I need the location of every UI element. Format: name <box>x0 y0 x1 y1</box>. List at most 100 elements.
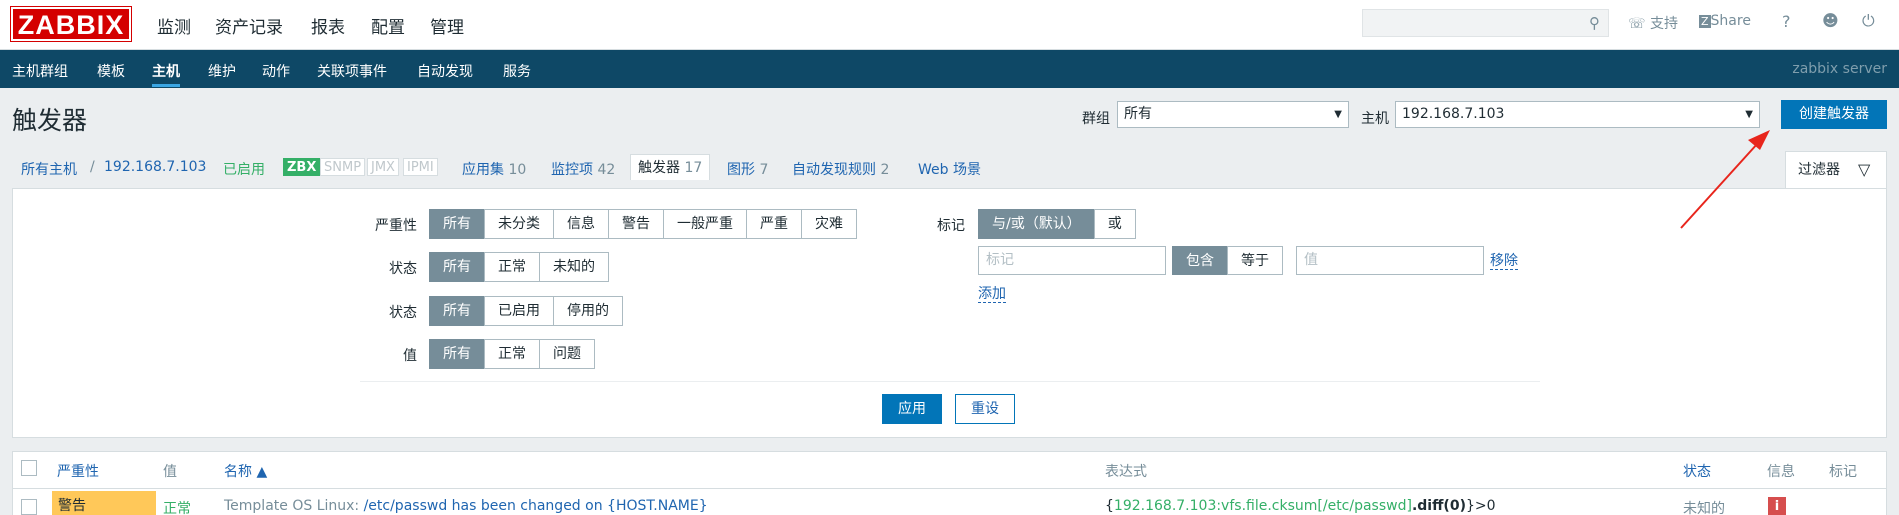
severity-not-classified[interactable]: 未分类 <box>484 209 554 239</box>
availability-ipmi: IPMI <box>403 158 438 176</box>
trigger-template-prefix[interactable]: Template OS Linux: <box>224 498 364 514</box>
group-select[interactable]: 所有 ▼ <box>1117 101 1349 128</box>
col-info: 信息 <box>1767 464 1795 480</box>
menu-configuration[interactable]: 配置 <box>371 13 405 38</box>
status-all[interactable]: 所有 <box>429 296 485 326</box>
breadcrumb-host[interactable]: 192.168.7.103 <box>104 159 206 175</box>
severity-badge: 警告 <box>52 491 156 515</box>
breadcrumb-separator: / <box>90 159 95 175</box>
expression-item-link[interactable]: 192.168.7.103:vfs.file.cksum[/etc/passwd… <box>1114 498 1412 514</box>
breadcrumb-all-hosts[interactable]: 所有主机 <box>21 159 77 179</box>
submenu-correlation[interactable]: 关联项事件 <box>317 61 387 81</box>
zabbix-logo[interactable]: ZABBIX <box>10 6 132 42</box>
link-items[interactable]: 监控项 42 <box>551 159 615 179</box>
share-icon: Z <box>1699 15 1711 28</box>
search-icon[interactable]: ⚲ <box>1589 14 1600 32</box>
status-enabled[interactable]: 已启用 <box>484 296 554 326</box>
trigger-value: 正常 <box>163 501 191 515</box>
help-icon[interactable]: ? <box>1782 12 1791 31</box>
filter-divider <box>360 381 1540 382</box>
state-radio-group: 所有 正常 未知的 <box>429 252 609 282</box>
menu-monitoring[interactable]: 监测 <box>157 13 191 38</box>
support-link[interactable]: ☏ 支持 <box>1628 13 1678 33</box>
col-tags: 标记 <box>1829 464 1857 480</box>
availability-jmx: JMX <box>367 158 399 176</box>
tags-label: 标记 <box>937 218 965 234</box>
state-normal[interactable]: 正常 <box>484 252 540 282</box>
status-disabled[interactable]: 停用的 <box>553 296 623 326</box>
submenu-hosts[interactable]: 主机 <box>152 61 180 87</box>
add-tag-button[interactable]: 添加 <box>978 286 1006 303</box>
tag-name-input[interactable]: 标记 <box>978 246 1166 275</box>
tag-value-input[interactable]: 值 <box>1296 246 1484 275</box>
tags-mode-radio-group: 与/或（默认） 或 <box>978 209 1136 239</box>
status-radio-group: 所有 已启用 停用的 <box>429 296 623 326</box>
link-discovery-rules[interactable]: 自动发现规则 2 <box>792 159 889 179</box>
menu-reports[interactable]: 报表 <box>311 13 345 38</box>
share-link[interactable]: Z Share <box>1699 13 1751 29</box>
user-icon[interactable]: ☻ <box>1822 11 1839 30</box>
tag-op-contains[interactable]: 包含 <box>1172 246 1228 275</box>
link-applications[interactable]: 应用集 10 <box>462 159 526 179</box>
state-unknown[interactable]: 未知的 <box>539 252 609 282</box>
annotation-arrow-head <box>1748 130 1770 150</box>
link-graphs[interactable]: 图形 7 <box>727 159 768 179</box>
state-label: 状态 <box>389 261 417 277</box>
severity-warning[interactable]: 警告 <box>608 209 664 239</box>
reset-button[interactable]: 重设 <box>955 394 1015 424</box>
tag-operator-group: 包含 等于 <box>1172 246 1283 275</box>
tag-op-equals[interactable]: 等于 <box>1227 246 1283 275</box>
caret-down-icon: ▼ <box>1745 109 1753 120</box>
severity-information[interactable]: 信息 <box>553 209 609 239</box>
sub-menu: 主机群组 模板 主机 维护 动作 关联项事件 自动发现 服务 zabbix se… <box>0 50 1899 88</box>
submenu-maintenance[interactable]: 维护 <box>208 61 236 81</box>
page-title: 触发器 <box>12 106 88 135</box>
value-label: 值 <box>403 348 417 364</box>
submenu-templates[interactable]: 模板 <box>97 61 125 81</box>
availability-snmp: SNMP <box>320 158 366 176</box>
menu-inventory[interactable]: 资产记录 <box>215 13 283 38</box>
trigger-status[interactable]: 未知的 <box>1683 498 1725 515</box>
tab-triggers-current[interactable]: 触发器 17 <box>630 154 711 180</box>
tags-mode-or[interactable]: 或 <box>1093 209 1136 239</box>
severity-high[interactable]: 严重 <box>746 209 802 239</box>
search-input[interactable]: ⚲ <box>1362 9 1609 37</box>
value-ok[interactable]: 正常 <box>484 339 540 369</box>
submenu-host-groups[interactable]: 主机群组 <box>12 61 68 81</box>
row-checkbox[interactable] <box>21 499 37 515</box>
trigger-name[interactable]: Template OS Linux: /etc/passwd has been … <box>224 498 708 514</box>
severity-label: 严重性 <box>375 218 417 234</box>
status-label: 状态 <box>389 305 417 321</box>
host-select[interactable]: 192.168.7.103 ▼ <box>1395 101 1760 128</box>
create-trigger-button[interactable]: 创建触发器 <box>1781 100 1887 129</box>
value-all[interactable]: 所有 <box>429 339 485 369</box>
headset-icon: ☏ <box>1628 16 1646 32</box>
submenu-services[interactable]: 服务 <box>503 61 531 81</box>
col-status[interactable]: 状态 <box>1683 461 1711 481</box>
severity-all[interactable]: 所有 <box>429 209 485 239</box>
severity-radio-group: 所有 未分类 信息 警告 一般严重 严重 灾难 <box>429 209 857 239</box>
submenu-discovery[interactable]: 自动发现 <box>417 61 473 81</box>
trigger-name-link[interactable]: /etc/passwd has been changed on {HOST.NA… <box>364 498 708 514</box>
host-status[interactable]: 已启用 <box>223 159 265 179</box>
power-icon[interactable]: ⏻ <box>1862 11 1875 31</box>
state-all[interactable]: 所有 <box>429 252 485 282</box>
info-error-icon[interactable]: i <box>1768 497 1786 515</box>
submenu-actions[interactable]: 动作 <box>262 61 290 81</box>
severity-average[interactable]: 一般严重 <box>663 209 747 239</box>
menu-administration[interactable]: 管理 <box>430 13 464 38</box>
filter-icon: ▽ <box>1858 160 1871 179</box>
severity-disaster[interactable]: 灾难 <box>801 209 857 239</box>
col-severity[interactable]: 严重性 <box>57 461 99 481</box>
table-header-divider <box>12 488 1887 489</box>
filter-tab[interactable]: 过滤器 ▽ <box>1785 151 1887 189</box>
tags-mode-and-or[interactable]: 与/或（默认） <box>978 209 1095 239</box>
col-name[interactable]: 名称 ▲ <box>224 461 267 481</box>
link-web-scenarios[interactable]: Web 场景 <box>918 159 981 179</box>
select-all-checkbox[interactable] <box>21 460 37 476</box>
trigger-expression: {192.168.7.103:vfs.file.cksum[/etc/passw… <box>1105 498 1496 514</box>
value-radio-group: 所有 正常 问题 <box>429 339 595 369</box>
remove-tag-button[interactable]: 移除 <box>1490 253 1518 270</box>
apply-button[interactable]: 应用 <box>882 394 942 424</box>
value-problem[interactable]: 问题 <box>539 339 595 369</box>
